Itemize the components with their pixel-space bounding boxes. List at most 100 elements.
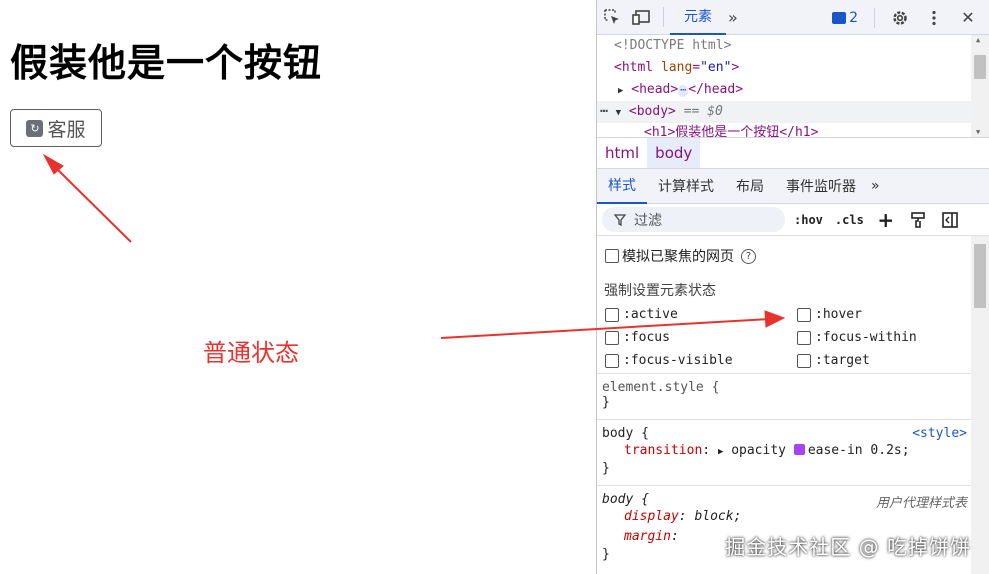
dom-head-line[interactable]: ▶ <head> ⋯ </head> [597, 79, 989, 101]
transition-declaration[interactable]: transition: ▶ opacity ease-in 0.2s; [602, 441, 966, 461]
filter-placeholder: 过滤 [634, 212, 662, 229]
colon: : [678, 509, 695, 524]
emulate-focus-label: 模拟已聚焦的网页 [622, 249, 734, 265]
state-checkbox[interactable] [797, 330, 811, 345]
issues-button[interactable]: 2 [826, 10, 864, 26]
easing-value: ease-in 0.2s; [807, 443, 910, 458]
scroll-up-arrow-icon[interactable]: ▲ [976, 36, 980, 44]
styles-toolbar: 过滤 :hov .cls + [597, 204, 989, 236]
state-focus-visible[interactable]: :focus-visible [605, 352, 797, 369]
user-agent-rule[interactable]: body { 用户代理样式表 display: block; margin: } [597, 485, 971, 574]
html-tag: <html [614, 60, 654, 75]
toolbar-divider [663, 7, 664, 27]
dom-doctype-line[interactable]: <!DOCTYPE html> [597, 35, 989, 57]
issues-icon [832, 11, 847, 24]
state-target[interactable]: :target [797, 352, 975, 369]
dom-body-line[interactable]: ⋯ ▼ <body> == $0 [597, 101, 989, 123]
styles-scrollbar-thumb[interactable] [974, 244, 986, 308]
tab-event-listeners[interactable]: 事件监听器 [775, 169, 867, 204]
property-value: opacity [731, 443, 786, 458]
tab-styles[interactable]: 样式 [597, 169, 647, 204]
state-checkbox[interactable] [605, 307, 619, 322]
html-lang-attr: lang [660, 60, 693, 75]
scroll-down-arrow-icon[interactable]: ▼ [976, 128, 980, 136]
sidebar-tabs: 样式 计算样式 布局 事件监听器 » [597, 169, 989, 204]
rule-close-brace: } [602, 461, 610, 476]
element-style-rule[interactable]: element.style { } [597, 373, 971, 419]
state-label: :hover [815, 307, 862, 322]
state-checkbox[interactable] [605, 330, 619, 345]
emulate-focused-page[interactable]: 模拟已聚焦的网页 ? [605, 246, 756, 266]
tab-computed[interactable]: 计算样式 [647, 169, 725, 204]
styles-pane: 模拟已聚焦的网页 ? 强制设置元素状态 :active :hover :focu… [597, 236, 989, 574]
element-picker-icon[interactable] [597, 0, 627, 35]
cls-toggle[interactable]: .cls [832, 213, 867, 227]
h1-element: <h1>假装他是一个按钮</h1> [644, 125, 819, 137]
expand-arrow-icon[interactable]: ▶ [718, 447, 723, 457]
hov-toggle[interactable]: :hov [791, 213, 826, 227]
row-menu-dots[interactable]: ⋯ [600, 104, 608, 119]
property-name: display [624, 509, 679, 524]
close-icon[interactable]: ✕ [953, 0, 983, 35]
head-open-tag: <head> [631, 82, 679, 97]
add-rule-icon[interactable]: + [873, 207, 899, 232]
state-label: :focus [623, 330, 670, 345]
state-focus-within[interactable]: :focus-within [797, 329, 975, 346]
tab-layout[interactable]: 布局 [725, 169, 775, 204]
annotation-text: 普通状态 [203, 339, 299, 367]
state-hover[interactable]: :hover [797, 306, 975, 323]
dom-html-line[interactable]: <html lang="en"> [597, 57, 989, 79]
body-style-rule[interactable]: body { <style> transition: ▶ opacity eas… [597, 419, 971, 485]
state-focus[interactable]: :focus [605, 329, 797, 346]
colon: : [670, 529, 679, 544]
issues-count: 2 [849, 9, 858, 26]
page-heading: 假装他是一个按钮 [10, 41, 323, 85]
ua-stylesheet-label: 用户代理样式表 [875, 496, 967, 511]
state-checkbox[interactable] [605, 353, 619, 368]
breadcrumb-html[interactable]: html [597, 138, 647, 168]
more-tabs-icon[interactable]: » [728, 8, 738, 27]
breadcrumb: html body [597, 137, 989, 169]
emulate-focus-checkbox[interactable] [605, 249, 619, 263]
collapsed-dots[interactable]: ⋯ [678, 85, 689, 97]
watermark: 掘金技术社区 @ 吃掉饼饼 [725, 535, 971, 559]
state-label: :focus-within [815, 330, 917, 345]
state-label: :active [623, 307, 678, 322]
property-value: block; [694, 509, 742, 524]
page-viewport: 假装他是一个按钮 ↻ 客服 普通状态 [0, 0, 596, 574]
toggle-sidebar-icon[interactable] [937, 207, 963, 232]
funnel-icon [614, 213, 626, 226]
html-close-bracket: > [731, 60, 740, 75]
html-lang-value: "en" [700, 60, 732, 75]
collapse-arrow-icon[interactable]: ▼ [616, 108, 621, 118]
dom-h1-line[interactable]: <h1>假装他是一个按钮</h1> [597, 123, 989, 137]
devtools-panel: 元素 » 2 ✕ <!DOCTYPE html> <html lang="en"… [596, 0, 989, 574]
property-name: margin [624, 529, 671, 544]
state-label: :target [815, 353, 870, 368]
state-checkbox[interactable] [797, 353, 811, 368]
more-subtabs-icon[interactable]: » [867, 169, 884, 204]
state-label: :focus-visible [623, 353, 733, 368]
dom-scrollbar-thumb[interactable] [974, 55, 986, 79]
colon: : [702, 443, 718, 458]
toolbar-right: 2 ✕ [826, 0, 983, 35]
styles-scrollbar[interactable] [971, 236, 989, 574]
rule-source-link[interactable]: <style> [912, 426, 967, 441]
gear-icon[interactable] [885, 0, 915, 35]
tab-elements[interactable]: 元素 [670, 0, 726, 35]
dom-tree: <!DOCTYPE html> <html lang="en"> ▶ <head… [597, 35, 989, 137]
customer-service-button[interactable]: ↻ 客服 [10, 109, 102, 147]
state-checkbox[interactable] [797, 307, 811, 322]
expand-arrow-icon[interactable]: ▶ [618, 86, 623, 96]
device-toggle-icon[interactable] [627, 0, 657, 35]
property-name: transition [624, 443, 703, 458]
easing-editor-icon[interactable] [793, 444, 805, 455]
filter-input[interactable]: 过滤 [602, 207, 785, 232]
dom-scrollbar[interactable]: ▲ ▼ [971, 35, 989, 137]
paint-roller-icon[interactable] [905, 207, 931, 232]
state-active[interactable]: :active [605, 306, 797, 323]
kebab-icon[interactable] [919, 0, 949, 35]
service-icon: ↻ [26, 119, 44, 137]
breadcrumb-body[interactable]: body [647, 138, 701, 168]
help-icon[interactable]: ? [741, 248, 756, 264]
